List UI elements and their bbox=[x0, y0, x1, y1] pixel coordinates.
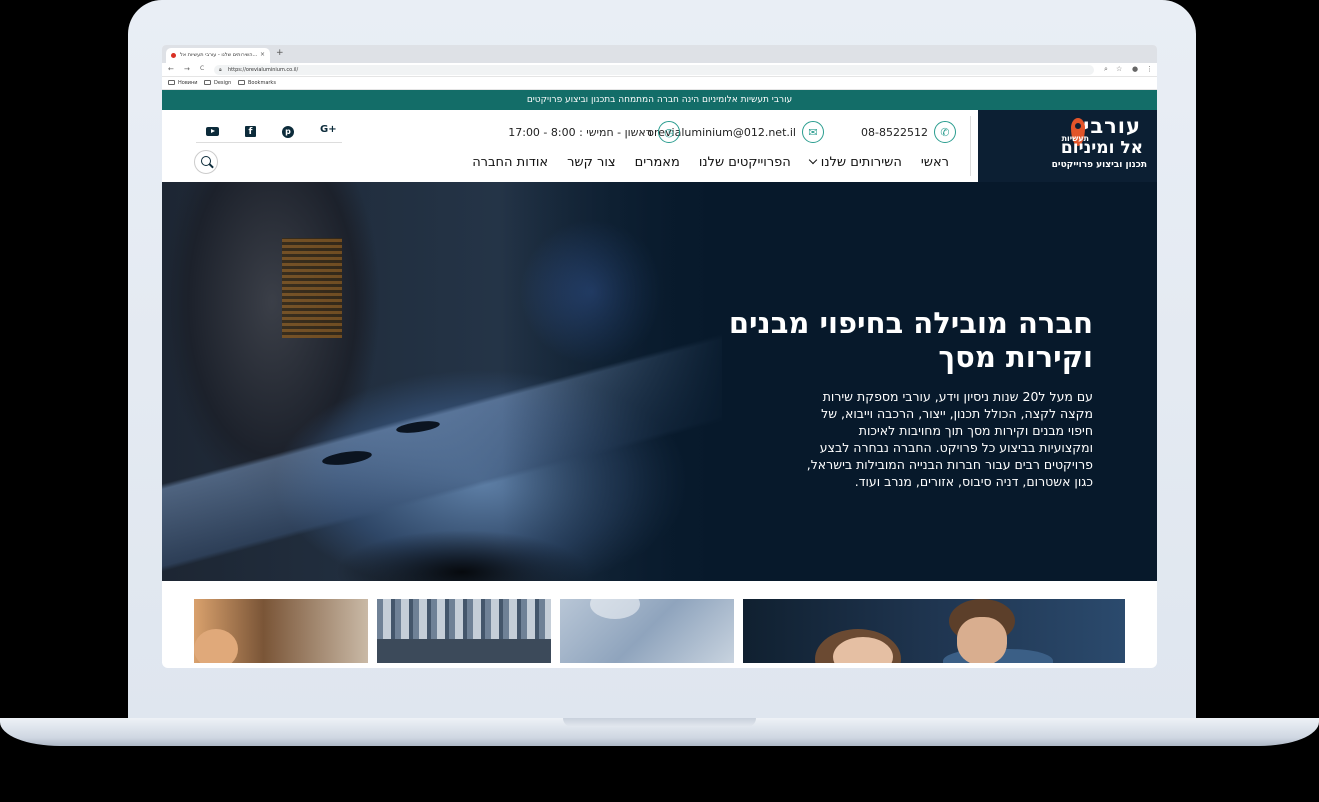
header-divider bbox=[970, 116, 971, 176]
site-header: עורבי תעשיות אל ומיניום תכנון וביצוע פרו… bbox=[162, 110, 1157, 182]
bookmark-label: Bookmarks bbox=[248, 80, 276, 86]
zoom-icon[interactable]: ⌕ bbox=[1104, 65, 1108, 74]
phone-number: 08-8522512 bbox=[861, 125, 928, 139]
chevron-down-icon bbox=[808, 155, 818, 165]
person-face bbox=[957, 617, 1007, 663]
address-bar: ← → C 🔒︎ https://orevialuminium.co.il/ ⌕… bbox=[162, 63, 1157, 77]
hero-title: חברה מובילה בחיפוי מבנים וקירות מסך bbox=[728, 306, 1093, 374]
nav-item-home[interactable]: ראשי bbox=[921, 155, 949, 170]
logo-word-aluminium: אל ומיניום bbox=[1060, 138, 1143, 158]
folder-icon bbox=[238, 80, 245, 85]
contact-phone[interactable]: ✆ 08-8522512 bbox=[861, 121, 956, 143]
main-nav: ראשי השירותים שלנו הפרוייקטים שלנו מאמרי… bbox=[472, 155, 949, 170]
featured-image[interactable] bbox=[743, 599, 1125, 663]
social-links: f p G+ bbox=[196, 121, 342, 143]
nav-item-contact[interactable]: צור קשר bbox=[567, 155, 616, 170]
folder-icon bbox=[204, 80, 211, 85]
laptop-screen: השירותים שלנו - עורבי תעשיות אל... × + ←… bbox=[162, 45, 1157, 668]
lock-icon: 🔒︎ bbox=[219, 67, 222, 73]
bookmark-label: Design bbox=[214, 80, 232, 86]
google-plus-icon[interactable]: G+ bbox=[320, 124, 337, 135]
url-text: https://orevialuminium.co.il/ bbox=[228, 67, 299, 73]
clock-icon: ◷ bbox=[658, 121, 680, 143]
reload-button[interactable]: C bbox=[200, 65, 204, 72]
back-button[interactable]: ← bbox=[168, 65, 174, 73]
youtube-icon[interactable] bbox=[206, 127, 219, 136]
hero-section: חברה מובילה בחיפוי מבנים וקירות מסך עם מ… bbox=[162, 182, 1157, 581]
nav-item-services-label: השירותים שלנו bbox=[820, 155, 902, 170]
profile-icon[interactable]: ● bbox=[1132, 65, 1138, 73]
tab-close-icon[interactable]: × bbox=[260, 51, 265, 58]
site-logo[interactable]: עורבי תעשיות אל ומיניום תכנון וביצוע פרו… bbox=[978, 110, 1157, 182]
folder-icon bbox=[168, 80, 175, 85]
nav-item-projects[interactable]: הפרוייקטים שלנו bbox=[699, 155, 791, 170]
contact-hours: ◷ ראשון - חמישי : 8:00 - 17:00 bbox=[508, 121, 680, 143]
phone-icon: ✆ bbox=[934, 121, 956, 143]
logo-tagline: תכנון וביצוע פרוייקטים bbox=[1051, 160, 1147, 170]
search-icon[interactable] bbox=[194, 150, 218, 174]
tab-title: השירותים שלנו - עורבי תעשיות אל... bbox=[180, 52, 258, 58]
card-image[interactable] bbox=[194, 599, 368, 663]
cards-section bbox=[162, 581, 1157, 663]
browser-tab[interactable]: השירותים שלנו - עורבי תעשיות אל... × bbox=[166, 48, 270, 63]
new-tab-button[interactable]: + bbox=[276, 48, 284, 58]
bookmark-folder[interactable]: Design bbox=[204, 80, 231, 86]
bookmark-label: Новини bbox=[178, 80, 198, 86]
hero-text: עם מעל ל20 שנות ניסיון וידע, עורבי מספקת… bbox=[806, 389, 1093, 489]
bookmarks-bar: Новини Design Bookmarks bbox=[162, 77, 1157, 90]
nav-item-articles[interactable]: מאמרים bbox=[635, 155, 680, 170]
forward-button[interactable]: → bbox=[184, 65, 190, 73]
facebook-icon[interactable]: f bbox=[245, 126, 256, 137]
url-field[interactable]: 🔒︎ https://orevialuminium.co.il/ bbox=[214, 65, 1094, 75]
hero-fade bbox=[502, 182, 762, 581]
bookmark-folder[interactable]: Новини bbox=[168, 80, 198, 86]
menu-icon[interactable]: ⋮ bbox=[1146, 65, 1153, 73]
top-strip: עורבי תעשיות אלומיניום הינה חברה המתמחה … bbox=[162, 90, 1157, 110]
opening-hours: ראשון - חמישי : 8:00 - 17:00 bbox=[508, 125, 652, 139]
card-image[interactable] bbox=[560, 599, 734, 663]
star-icon[interactable]: ☆ bbox=[1116, 65, 1122, 73]
browser-tabbar: השירותים שלנו - עורבי תעשיות אל... × + bbox=[162, 45, 1157, 63]
hero-image-detail bbox=[282, 238, 342, 338]
favicon-icon bbox=[171, 53, 176, 58]
card-image[interactable] bbox=[377, 599, 551, 663]
logo-word-orevi: עורבי bbox=[1083, 114, 1141, 138]
mail-icon: ✉ bbox=[802, 121, 824, 143]
laptop-notch bbox=[563, 718, 756, 727]
bookmark-folder[interactable]: Bookmarks bbox=[238, 80, 276, 86]
nav-item-about[interactable]: אודות החברה bbox=[472, 155, 548, 170]
nav-item-services[interactable]: השירותים שלנו bbox=[808, 155, 902, 170]
pinterest-icon[interactable]: p bbox=[282, 126, 294, 138]
